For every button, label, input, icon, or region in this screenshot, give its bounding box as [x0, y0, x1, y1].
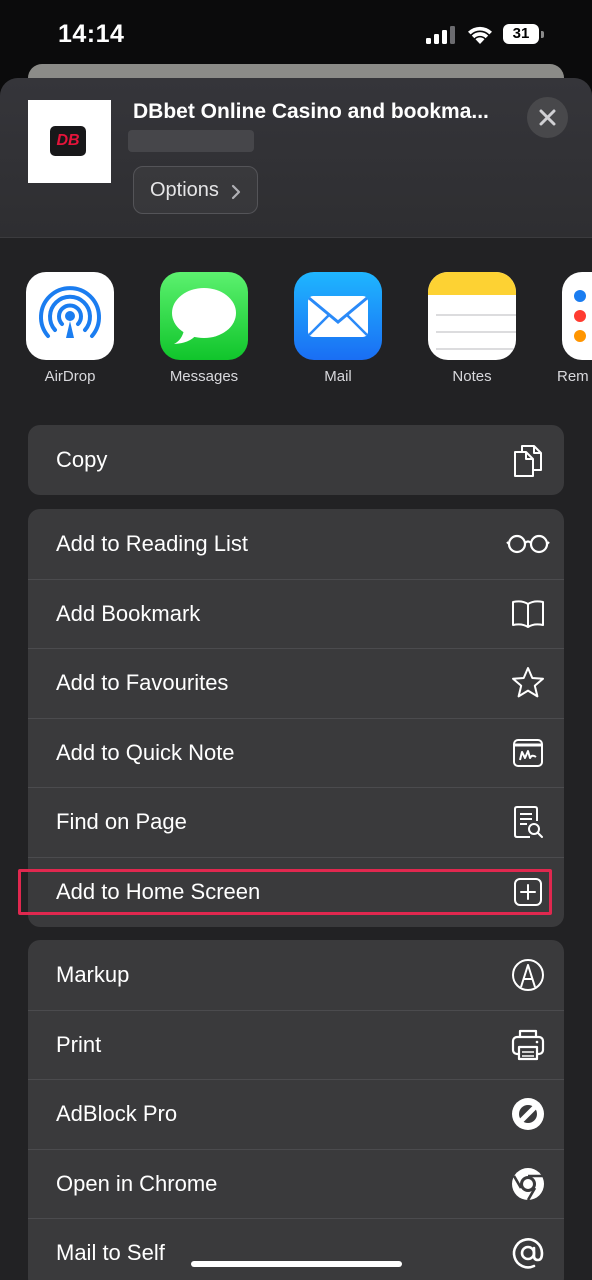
share-sheet: DB DBbet Online Casino and bookma... Opt… — [0, 78, 592, 1280]
reminders-icon — [562, 272, 592, 360]
status-time: 14:14 — [58, 20, 125, 48]
home-indicator[interactable] — [191, 1261, 402, 1267]
action-group-page: Add to Reading List Add Bookmark Add to … — [28, 509, 564, 927]
cellular-signal-icon — [426, 26, 455, 44]
site-logo: DB — [50, 126, 86, 156]
share-app-messages[interactable]: Messages — [149, 272, 259, 392]
action-print[interactable]: Print — [28, 1009, 564, 1080]
share-apps-row: AirDrop Messages Mail Notes Rem — [0, 272, 592, 392]
star-icon — [510, 665, 546, 701]
action-label: Add Bookmark — [56, 600, 201, 626]
battery-level: 31 — [503, 24, 539, 44]
share-app-airdrop[interactable]: AirDrop — [15, 272, 125, 392]
airdrop-icon — [26, 272, 114, 360]
at-icon — [510, 1235, 546, 1271]
action-label: Mail to Self — [56, 1240, 165, 1266]
header-divider — [0, 237, 592, 238]
action-add-to-favourites[interactable]: Add to Favourites — [28, 648, 564, 718]
close-button[interactable] — [527, 97, 568, 138]
action-group-extensions: Markup Print AdBlock Pro Open in Chrome … — [28, 940, 564, 1280]
app-label: AirDrop — [44, 368, 96, 385]
action-label: Print — [56, 1031, 102, 1057]
share-sheet-header: DB DBbet Online Casino and bookma... Opt… — [0, 78, 592, 238]
action-find-on-page[interactable]: Find on Page — [28, 787, 564, 857]
wifi-icon — [468, 26, 492, 44]
action-adblock-pro[interactable]: AdBlock Pro — [28, 1079, 564, 1149]
adblock-icon — [510, 1096, 546, 1132]
action-label: Add to Reading List — [56, 531, 249, 556]
action-add-to-reading-list[interactable]: Add to Reading List — [28, 509, 564, 579]
close-icon — [539, 109, 556, 126]
share-app-mail[interactable]: Mail — [283, 272, 393, 392]
app-label: Notes — [452, 368, 492, 385]
action-copy[interactable]: Copy — [28, 425, 564, 495]
action-mail-to-self[interactable]: Mail to Self — [28, 1218, 564, 1280]
messages-icon — [160, 272, 248, 360]
copy-icon — [510, 442, 546, 478]
action-add-bookmark[interactable]: Add Bookmark — [28, 578, 564, 649]
share-app-reminders[interactable]: Rem — [551, 272, 592, 392]
app-label: Mail — [324, 368, 352, 385]
battery-icon: 31 — [503, 24, 544, 44]
share-app-notes[interactable]: Notes — [417, 272, 527, 392]
chrome-icon — [510, 1166, 546, 1202]
action-open-in-chrome[interactable]: Open in Chrome — [28, 1148, 564, 1219]
action-add-to-quick-note[interactable]: Add to Quick Note — [28, 717, 564, 788]
battery-cap — [541, 31, 544, 38]
site-title: DBbet Online Casino and bookma... — [133, 100, 489, 123]
action-label: Copy — [56, 447, 108, 472]
find-on-page-icon — [510, 804, 546, 840]
app-label: Rem — [557, 368, 589, 385]
book-icon — [510, 596, 546, 632]
action-group-copy: Copy — [28, 425, 564, 495]
action-label: Find on Page — [56, 809, 187, 835]
action-label: Open in Chrome — [56, 1170, 218, 1196]
site-thumbnail: DB — [28, 100, 111, 183]
action-label: Add to Quick Note — [56, 739, 235, 765]
markup-icon — [510, 957, 546, 993]
action-label: AdBlock Pro — [56, 1101, 178, 1127]
highlight-add-to-home-screen — [18, 869, 552, 915]
options-label: Options — [150, 179, 219, 201]
action-markup[interactable]: Markup — [28, 940, 564, 1010]
blurred-url — [128, 130, 254, 152]
chevron-right-icon — [231, 184, 241, 200]
options-button[interactable]: Options — [133, 166, 258, 214]
action-label: Add to Favourites — [56, 670, 229, 696]
notes-icon — [428, 272, 516, 360]
status-bar: 14:14 31 — [0, 0, 592, 70]
app-label: Messages — [169, 368, 239, 385]
glasses-icon — [506, 526, 550, 562]
quick-note-icon — [510, 735, 546, 771]
action-label: Markup — [56, 962, 130, 987]
mail-icon — [294, 272, 382, 360]
printer-icon — [510, 1027, 546, 1063]
